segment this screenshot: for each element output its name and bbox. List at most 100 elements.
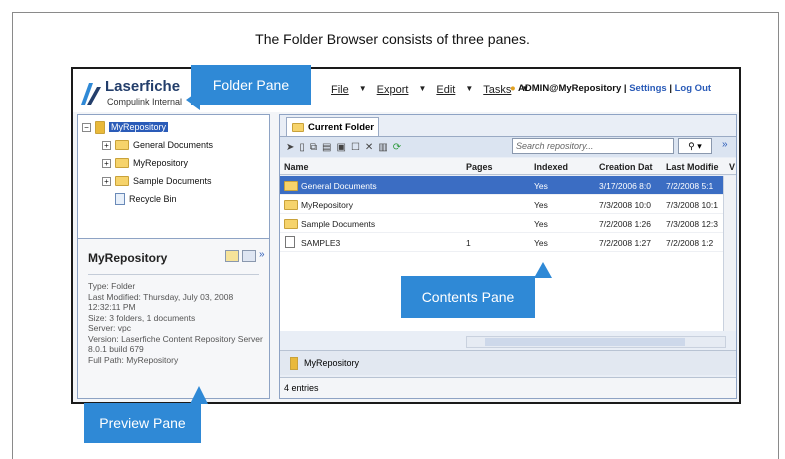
current-path: MyRepository <box>304 358 360 368</box>
preview-path: Full Path: MyRepository <box>88 354 179 365</box>
tab-current-folder[interactable]: Current Folder <box>286 117 379 136</box>
menu-export[interactable]: Export <box>377 84 409 96</box>
folder-icon <box>115 158 129 168</box>
tree-item-myrepository[interactable]: + MyRepository <box>102 156 188 170</box>
path-bar: MyRepository <box>280 350 736 375</box>
status-bar: 4 entries <box>280 377 736 398</box>
new-document-icon[interactable]: ▤ <box>322 142 331 153</box>
brand-subtitle: Compulink Internal <box>107 97 183 107</box>
column-header-pages[interactable]: Pages <box>466 162 493 172</box>
paste-icon[interactable]: ▥ <box>378 142 387 153</box>
row-created: 3/17/2006 8:0 <box>599 181 651 191</box>
brand-name: Laserfiche <box>105 78 181 95</box>
contents-pane-callout: Contents Pane <box>401 276 535 318</box>
scrollbar-thumb[interactable] <box>485 338 685 346</box>
menu-tasks[interactable]: Tasks <box>483 84 511 96</box>
tree-item-label: General Documents <box>133 140 214 150</box>
logout-link[interactable]: Log Out <box>675 83 711 94</box>
row-indexed: Yes <box>534 219 548 229</box>
row-name: MyRepository <box>301 200 353 210</box>
row-indexed: Yes <box>534 238 548 248</box>
document-icon <box>285 236 295 248</box>
list-view-icon[interactable] <box>225 250 239 262</box>
row-name: General Documents <box>301 181 377 191</box>
row-name: Sample Documents <box>301 219 376 229</box>
row-created: 7/3/2008 10:0 <box>599 200 651 210</box>
folder-browser-window: Laserfiche Compulink Internal File ▼ Expo… <box>71 67 741 404</box>
menu-edit[interactable]: Edit <box>436 84 455 96</box>
preview-server: Server: vpc <box>88 323 131 333</box>
expand-icon[interactable]: + <box>102 176 111 186</box>
horizontal-scrollbar[interactable] <box>466 336 726 348</box>
expand-icon[interactable]: + <box>102 158 111 168</box>
table-header: Name Pages Indexed Creation Dat Last Mod… <box>280 158 736 175</box>
table-row[interactable]: MyRepository Yes 7/3/2008 10:0 7/3/2008 … <box>280 195 723 214</box>
column-header-indexed[interactable]: Indexed <box>534 162 568 172</box>
table-row[interactable]: SAMPLE3 1 Yes 7/2/2008 1:27 7/2/2008 1:2 <box>280 233 723 252</box>
grid-view-icon[interactable] <box>242 250 256 262</box>
column-header-creation-date[interactable]: Creation Dat <box>599 162 653 172</box>
repository-icon <box>290 356 298 370</box>
row-modified: 7/3/2008 10:1 <box>666 200 718 210</box>
contents-pane: Current Folder ➤ ▯ ⧉ ▤ ▣ ☐ ✕ ▥ ⟳ Search … <box>279 114 737 399</box>
user-bar: ● ADMIN@MyRepository | Settings | Log Ou… <box>510 83 712 94</box>
column-header-name[interactable]: Name <box>284 162 309 172</box>
preview-pane: MyRepository » Type: Folder Last Modifie… <box>78 238 269 398</box>
chevron-down-icon: ▾ <box>697 141 702 151</box>
expand-icon[interactable]: + <box>102 140 111 150</box>
row-modified: 7/2/2008 1:2 <box>666 238 714 248</box>
column-header-v[interactable]: V <box>729 162 735 172</box>
table-row[interactable]: Sample Documents Yes 7/2/2008 1:26 7/3/2… <box>280 214 723 233</box>
refresh-icon[interactable]: ⟳ <box>393 142 401 153</box>
search-input[interactable]: Search repository... <box>512 138 674 154</box>
user-icon: ● <box>510 83 516 94</box>
row-modified: 7/2/2008 5:1 <box>666 181 714 191</box>
row-pages: 1 <box>466 238 471 248</box>
tree-item-sample-documents[interactable]: + Sample Documents <box>102 174 212 188</box>
main-menu: File ▼ Export ▼ Edit ▼ Tasks ▼ <box>331 84 529 96</box>
figure-caption: The Folder Browser consists of three pan… <box>255 31 530 47</box>
repository-icon <box>95 120 105 134</box>
recycle-bin-icon <box>115 193 125 205</box>
camera-icon[interactable]: ▣ <box>337 142 346 153</box>
chevron-down-icon: ▼ <box>358 84 367 93</box>
tree-item-general-documents[interactable]: + General Documents <box>102 138 213 152</box>
properties-icon[interactable]: ☐ <box>351 142 360 153</box>
folder-icon <box>284 181 298 191</box>
chevron-down-icon[interactable]: » <box>259 249 265 260</box>
menu-file[interactable]: File <box>331 84 349 96</box>
table-row[interactable]: General Documents Yes 3/17/2006 8:0 7/2/… <box>280 176 723 195</box>
tab-label: Current Folder <box>308 121 374 133</box>
collapse-icon[interactable]: − <box>82 122 91 132</box>
tree-item-recycle-bin[interactable]: Recycle Bin <box>115 192 177 206</box>
row-created: 7/2/2008 1:26 <box>599 219 651 229</box>
delete-icon[interactable]: ✕ <box>365 142 373 153</box>
app-header: Laserfiche Compulink Internal File ▼ Expo… <box>73 69 739 112</box>
preview-modified: Last Modified: Thursday, July 03, 2008 1… <box>88 291 234 313</box>
search-button[interactable]: ⚲ ▾ <box>678 138 712 154</box>
back-icon[interactable]: ➤ <box>286 142 294 153</box>
document-icon[interactable]: ▯ <box>299 142 305 153</box>
callout-pointer <box>186 90 200 110</box>
folder-icon <box>284 219 298 229</box>
copy-icon[interactable]: ⧉ <box>310 142 317 153</box>
settings-link[interactable]: Settings <box>629 83 666 94</box>
preview-type: Type: Folder <box>88 281 136 291</box>
preview-version: Version: Laserfiche Content Repository S… <box>88 333 263 355</box>
folder-icon <box>284 200 298 210</box>
vertical-scrollbar[interactable] <box>723 176 736 331</box>
tree-root[interactable]: − MyRepository <box>82 120 169 134</box>
row-modified: 7/3/2008 12:3 <box>666 219 718 229</box>
preview-pane-callout: Preview Pane <box>84 403 201 443</box>
tree-item-label: MyRepository <box>109 122 169 132</box>
preview-title: MyRepository <box>88 251 168 265</box>
tree-item-label: Sample Documents <box>133 176 212 186</box>
tree-item-label: MyRepository <box>133 158 189 168</box>
expand-toolbar-icon[interactable]: » <box>722 139 728 150</box>
row-name: SAMPLE3 <box>301 238 341 248</box>
folder-icon <box>292 122 304 132</box>
chevron-down-icon: ▼ <box>418 84 427 93</box>
column-header-last-modified[interactable]: Last Modifie <box>666 162 719 172</box>
folder-pane-callout: Folder Pane <box>191 65 311 105</box>
folder-icon <box>115 140 129 150</box>
